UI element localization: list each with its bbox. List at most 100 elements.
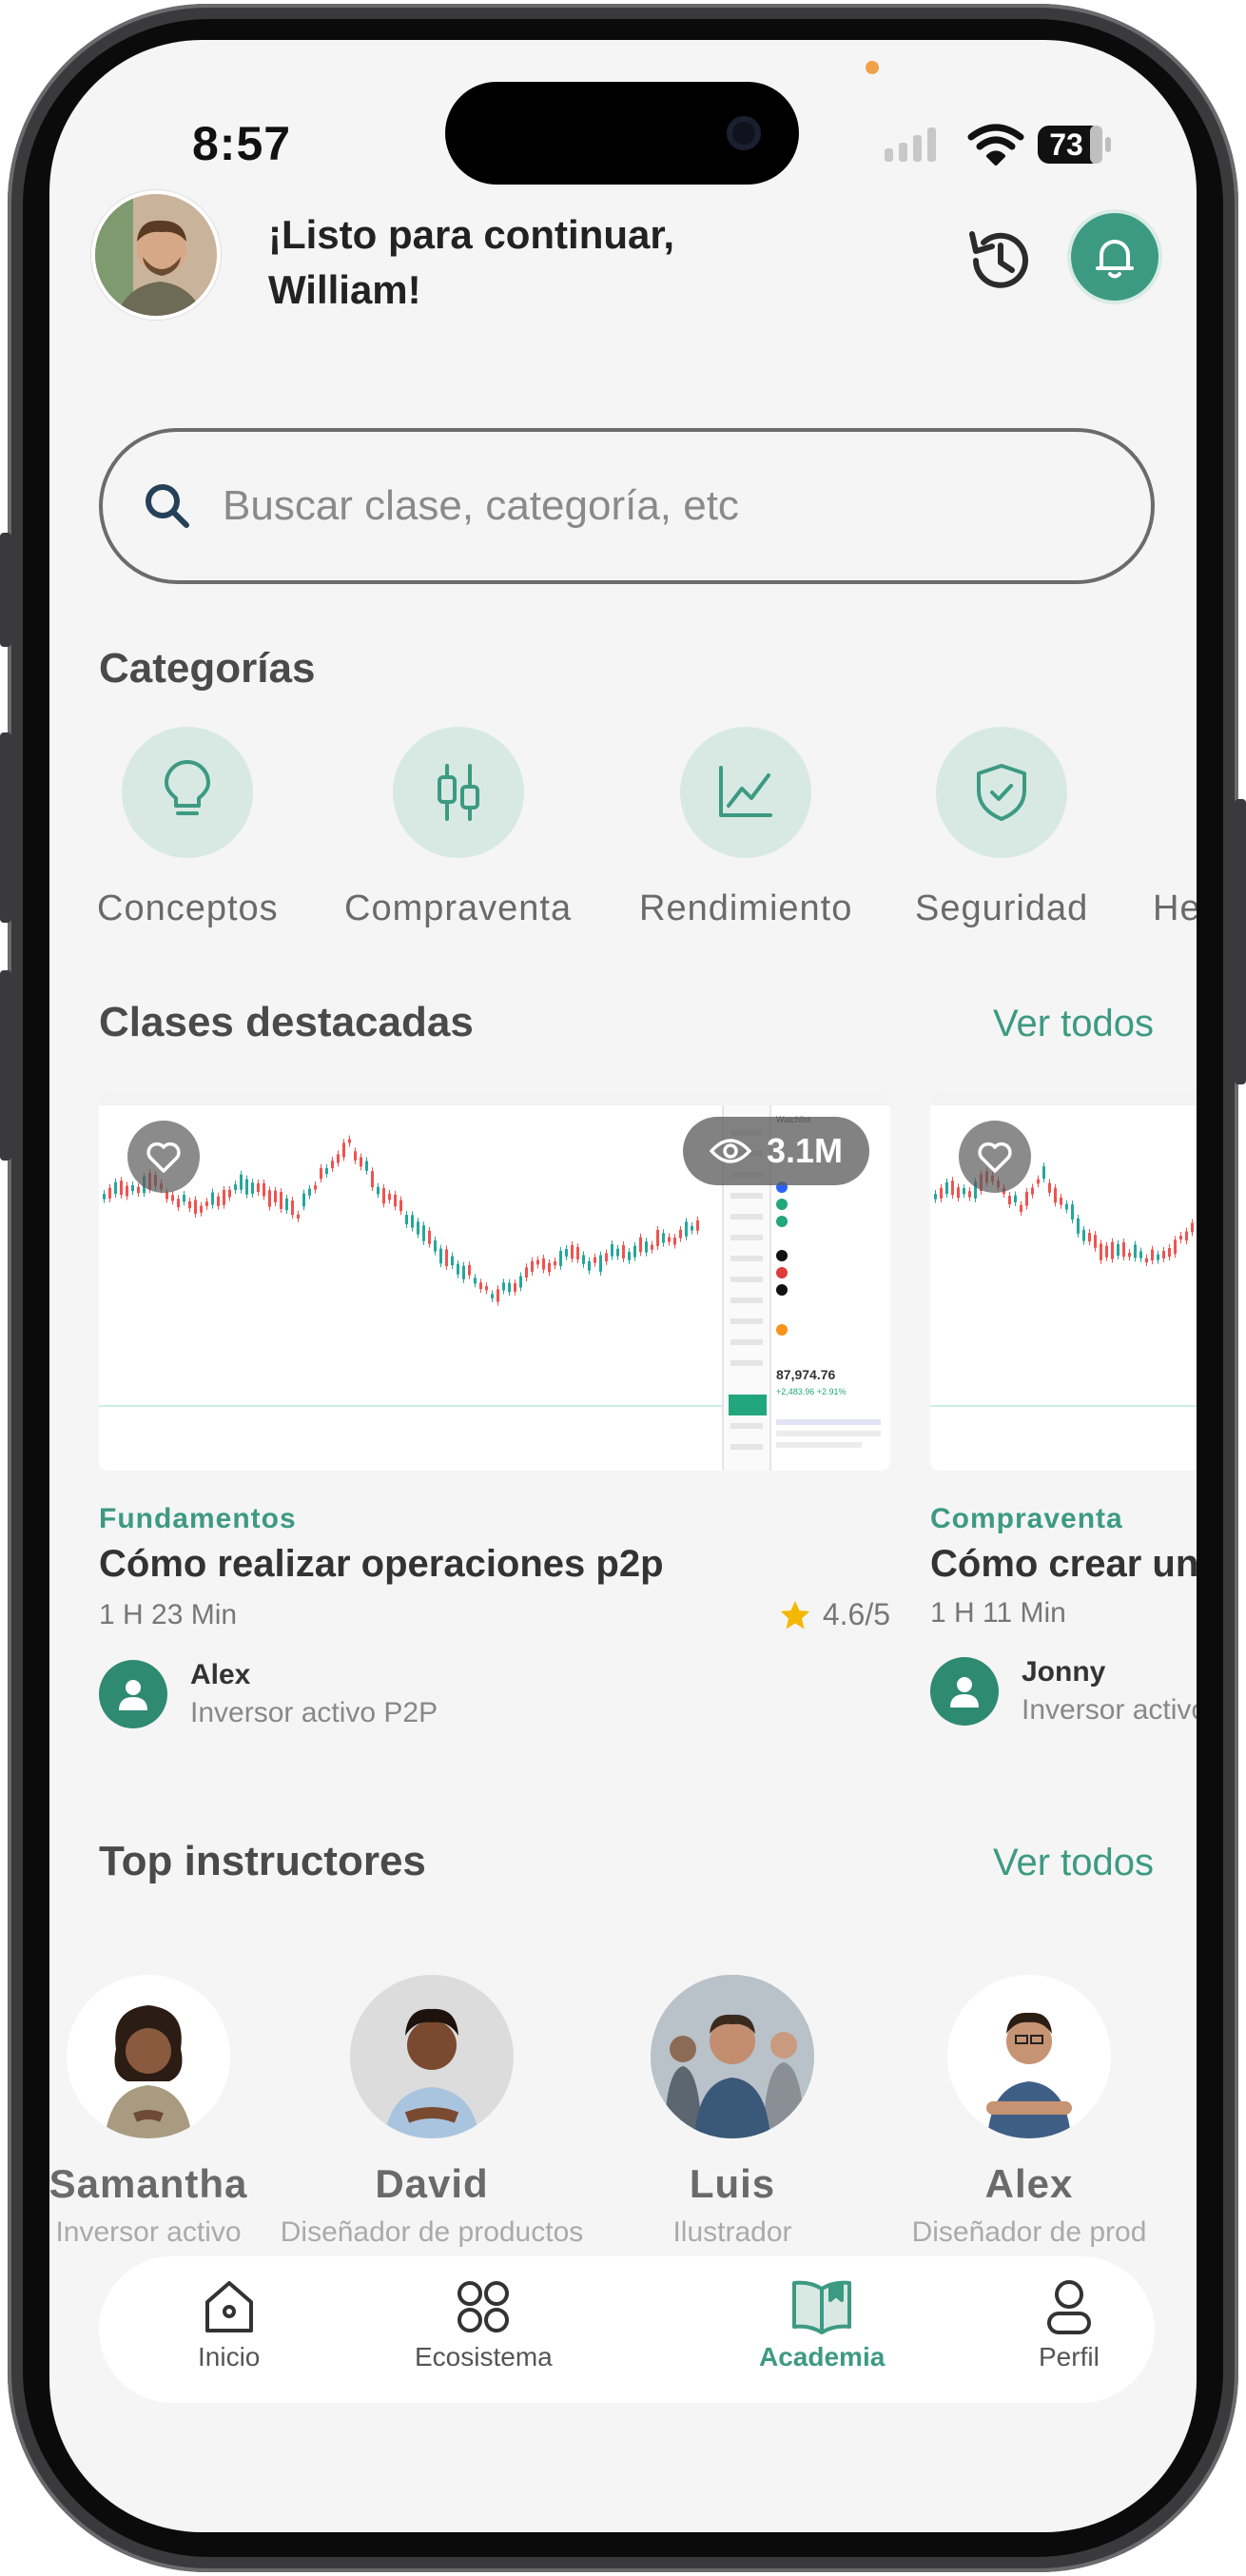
candle-body (382, 1187, 385, 1204)
candle-body (1008, 1196, 1011, 1204)
instructor-name: Alex (984, 2161, 1074, 2206)
favorite-button[interactable] (959, 1121, 1031, 1193)
search-input[interactable] (223, 482, 1079, 530)
class-meta: 1 H 11 Min (930, 1597, 1197, 1630)
candle-body (263, 1182, 265, 1197)
category-compraventa[interactable]: Compraventa (344, 727, 572, 929)
candle-body (257, 1182, 260, 1192)
candle-body (531, 1260, 534, 1272)
class-thumbnail[interactable]: Watchlist 87,974.76 +2,483.96 +2.91% (99, 1092, 890, 1471)
candle-body (394, 1194, 397, 1207)
class-duration: 1 H 11 Min (930, 1597, 1066, 1629)
history-icon (969, 231, 1028, 288)
candle-body (1077, 1218, 1080, 1234)
candle-body (211, 1192, 214, 1205)
nav-perfil[interactable]: Perfil (1039, 2277, 1100, 2372)
candle-body (1088, 1233, 1091, 1242)
candle-body (1094, 1235, 1097, 1248)
search-icon (146, 484, 189, 528)
class-thumbnail[interactable] (930, 1092, 1197, 1471)
candle-body (622, 1244, 625, 1259)
candle-body (126, 1185, 128, 1197)
candle-body (1145, 1258, 1148, 1263)
candle-body (177, 1199, 180, 1208)
category-label: He (1153, 888, 1197, 928)
candle-body (514, 1282, 516, 1292)
class-author[interactable]: Jonny Inversor activo (930, 1656, 1197, 1727)
nav-label: Perfil (1039, 2342, 1100, 2371)
candle-body (131, 1184, 134, 1192)
nav-ecosistema[interactable]: Ecosistema (415, 2277, 553, 2372)
category-rendimiento[interactable]: Rendimiento (639, 727, 852, 929)
camera-icon (727, 116, 761, 150)
candle-body (536, 1259, 539, 1265)
candle-body (291, 1200, 294, 1216)
candle-body (668, 1237, 671, 1242)
star-icon (780, 1600, 809, 1629)
candle-body (582, 1255, 585, 1264)
instructor-samantha[interactable]: Samantha Inversor activo (49, 1975, 246, 2249)
category-label: Seguridad (915, 888, 1089, 928)
candle-body (945, 1181, 948, 1194)
candle-body (479, 1282, 482, 1290)
candle-body (496, 1289, 499, 1302)
candle-body (1025, 1191, 1028, 1206)
candle-body (645, 1241, 648, 1253)
candle-body (445, 1249, 448, 1267)
candle-body (616, 1248, 619, 1257)
featured-see-all-link[interactable]: Ver todos (993, 1003, 1154, 1045)
class-card[interactable]: Compraventa Cómo crear un 1 H 11 Min Jon… (930, 1092, 1197, 1727)
class-card[interactable]: Watchlist 87,974.76 +2,483.96 +2.91% (99, 1092, 890, 1729)
instructors-see-all-link[interactable]: Ver todos (993, 1842, 1154, 1884)
candle-body (228, 1189, 231, 1198)
user-avatar[interactable] (91, 190, 221, 320)
candle-body (337, 1154, 340, 1163)
instructor-role: Diseñador de prod (911, 2216, 1147, 2248)
instructor-luis[interactable]: Luis Ilustrador (651, 1975, 814, 2249)
candle-body (114, 1181, 117, 1194)
featured-title: Clases destacadas (99, 999, 474, 1045)
candle-body (103, 1194, 106, 1200)
category-conceptos[interactable]: Conceptos (97, 727, 279, 929)
candle-body (217, 1196, 220, 1206)
candle-body (405, 1215, 408, 1225)
candle-body (1020, 1204, 1022, 1213)
search-bar[interactable] (99, 428, 1155, 584)
instructor-photo (350, 1975, 514, 2138)
candle-body (662, 1233, 665, 1243)
notifications-button[interactable] (1071, 213, 1158, 301)
candle-body (679, 1229, 682, 1239)
candle-body (274, 1190, 277, 1202)
favorite-button[interactable] (127, 1121, 200, 1193)
candle-body (285, 1198, 288, 1211)
history-button[interactable] (963, 223, 1039, 299)
candle-body (137, 1186, 140, 1194)
candle-body (1105, 1245, 1108, 1258)
instructor-name: Samantha (49, 2161, 248, 2206)
category-seguridad[interactable]: Seguridad (915, 727, 1088, 929)
heart-icon (978, 1142, 1012, 1173)
category-partial[interactable]: He (1153, 727, 1197, 929)
side-button-right (1235, 799, 1246, 1084)
instructor-alex[interactable]: Alex Diseñador de prod (912, 1975, 1146, 2249)
views-badge: 3.1M (683, 1117, 870, 1185)
candle-body (951, 1181, 954, 1196)
side-button-left-2 (0, 732, 11, 923)
class-rating: 4.6/5 (779, 1597, 890, 1632)
nav-label: Academia (759, 2342, 886, 2371)
candle-body (1122, 1241, 1125, 1258)
candle-body (565, 1248, 568, 1257)
candle-body (1134, 1244, 1137, 1259)
candle-body (485, 1286, 488, 1291)
candle-body (554, 1260, 556, 1266)
instructor-david[interactable]: David Diseñador de productos (281, 1975, 583, 2249)
candle-body (417, 1221, 419, 1235)
nav-inicio[interactable]: Inicio (198, 2277, 260, 2372)
dynamic-island (445, 82, 799, 185)
candle-body (968, 1191, 971, 1198)
nav-academia[interactable]: Academia (759, 2277, 885, 2372)
candle-body (354, 1151, 357, 1161)
class-author[interactable]: Alex Inversor activo P2P (99, 1659, 890, 1729)
candle-body (588, 1260, 591, 1271)
class-duration: 1 H 23 Min (99, 1598, 238, 1630)
